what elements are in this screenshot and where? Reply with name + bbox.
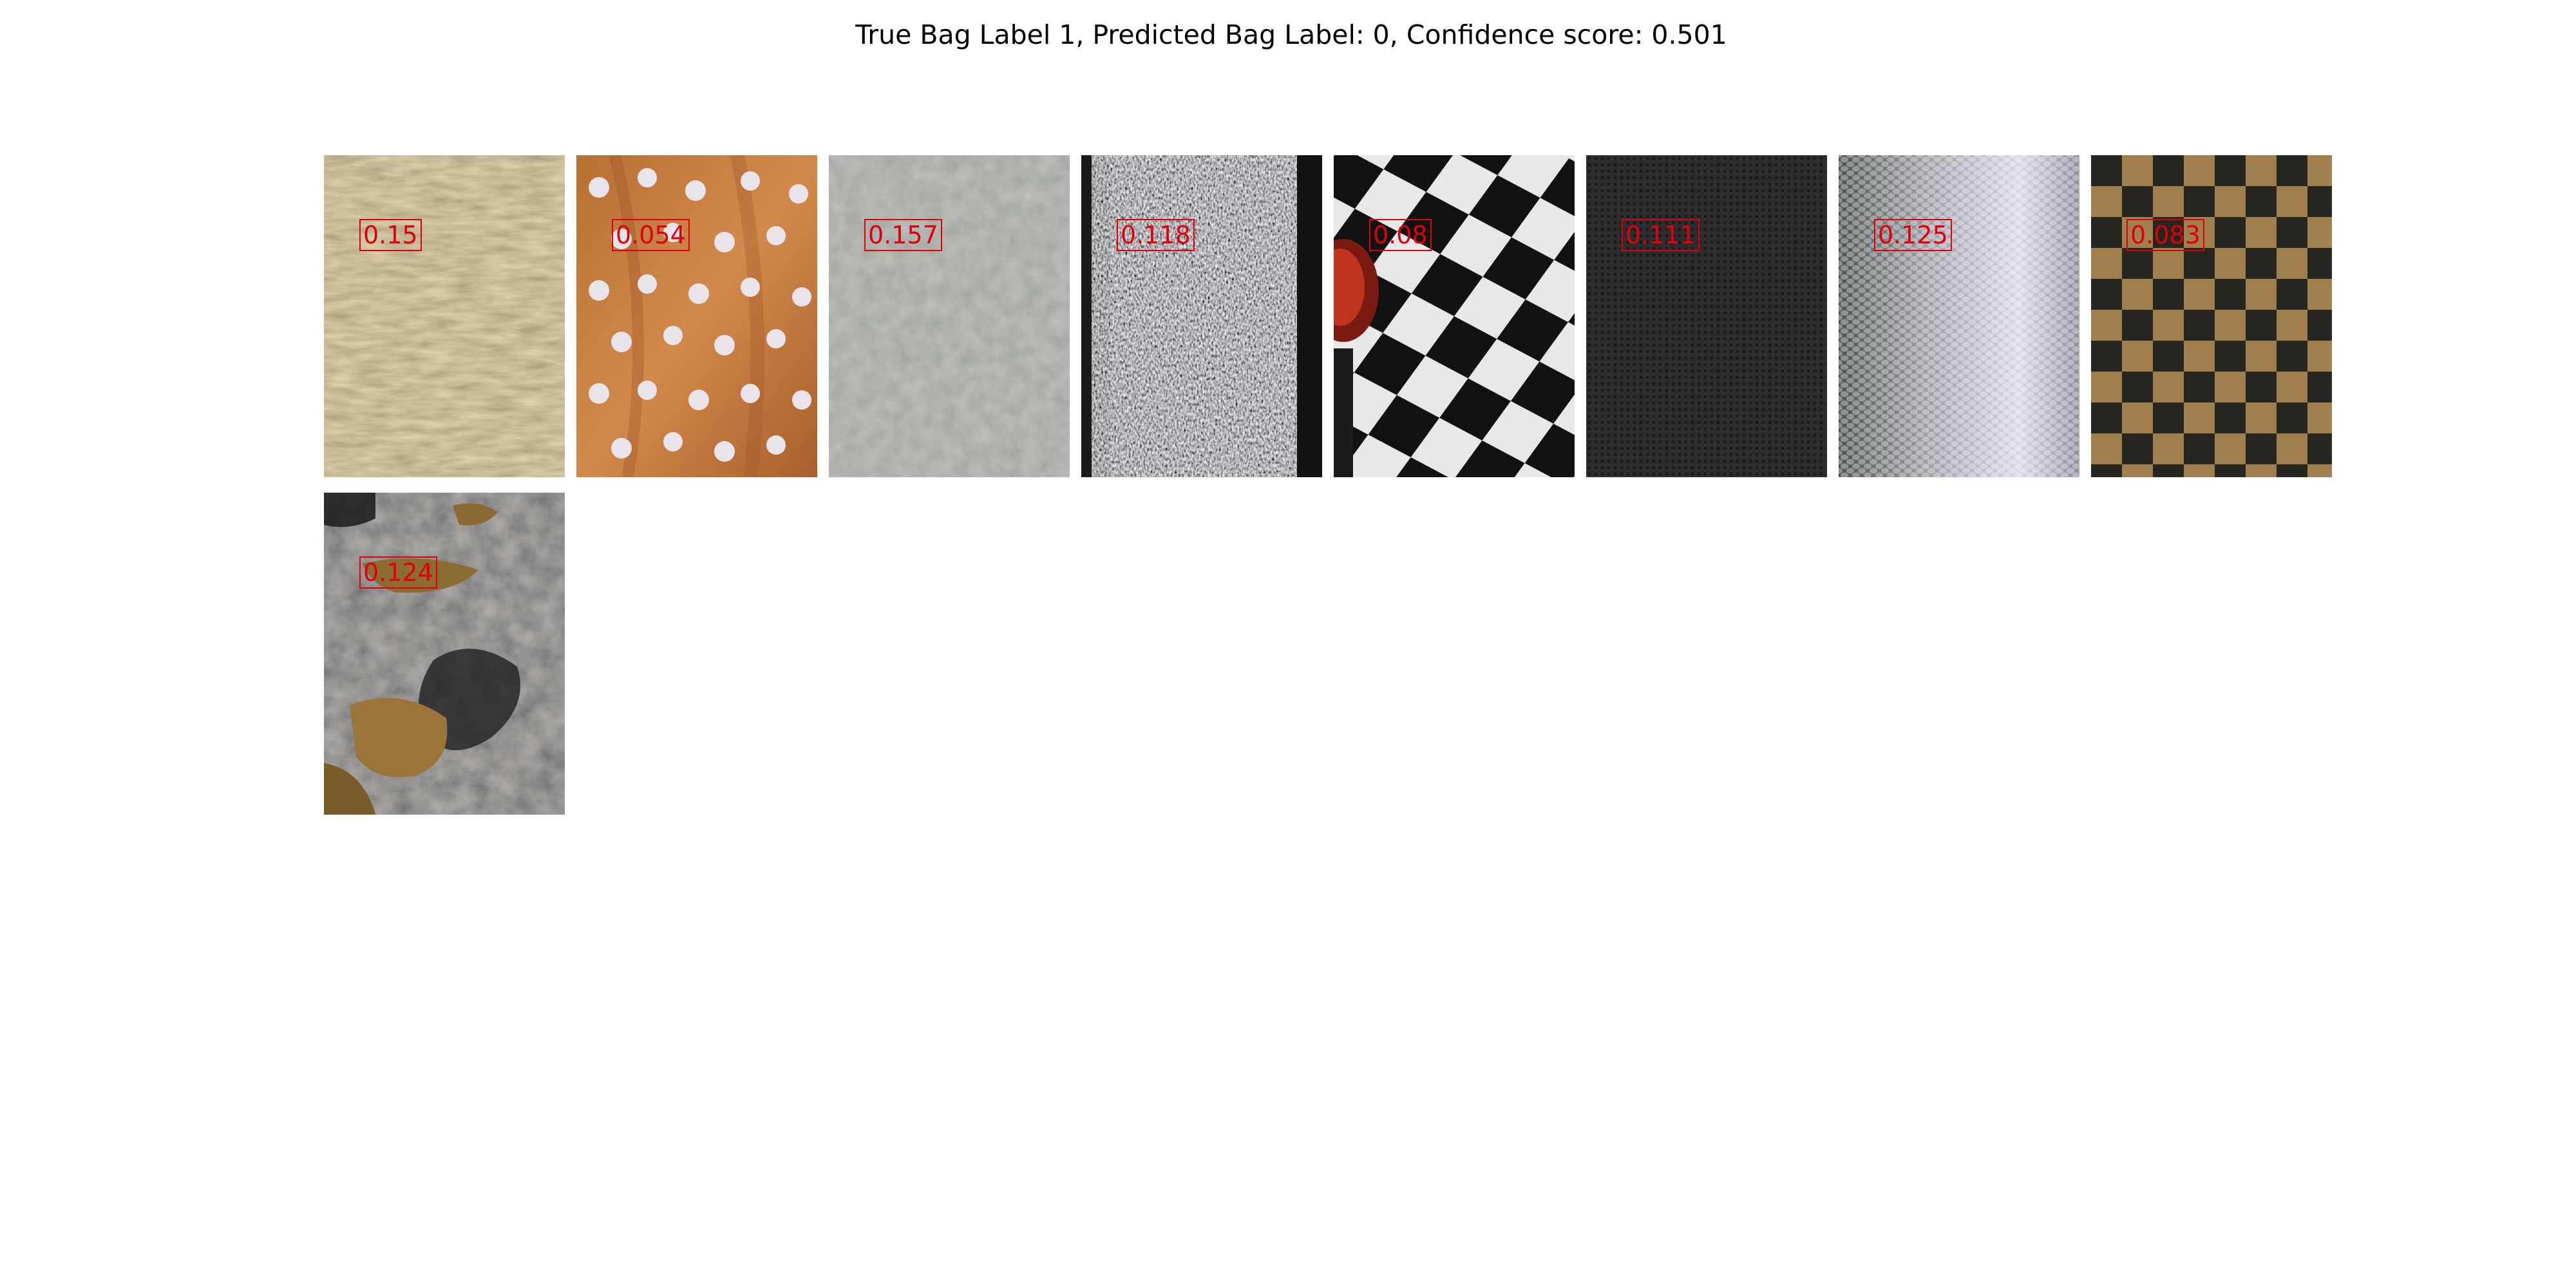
instance-tile: 0.083 bbox=[2091, 155, 2332, 477]
attention-score-label: 0.054 bbox=[612, 219, 690, 251]
instance-tile: 0.15 bbox=[324, 155, 565, 477]
polka-dot-fabric-texture bbox=[576, 155, 817, 477]
concrete-texture bbox=[829, 155, 1070, 477]
instance-tile: 0.111 bbox=[1586, 155, 1827, 477]
checkerboard-texture bbox=[1334, 155, 1575, 477]
dry-grass-texture bbox=[324, 155, 565, 477]
instance-tile: 0.124 bbox=[324, 493, 565, 815]
knit-texture bbox=[1081, 155, 1322, 477]
instance-tile: 0.157 bbox=[829, 155, 1070, 477]
attention-score-label: 0.118 bbox=[1117, 219, 1195, 251]
attention-score-label: 0.08 bbox=[1369, 219, 1432, 251]
attention-score-label: 0.124 bbox=[359, 556, 437, 589]
dark-mesh-texture bbox=[1586, 155, 1827, 477]
attention-score-label: 0.125 bbox=[1874, 219, 1952, 251]
attention-score-label: 0.083 bbox=[2126, 219, 2204, 251]
wood-checkerboard-texture bbox=[2091, 155, 2332, 477]
figure-title: True Bag Label 1, Predicted Bag Label: 0… bbox=[855, 19, 1727, 50]
attention-score-label: 0.15 bbox=[359, 219, 422, 251]
attention-score-label: 0.111 bbox=[1622, 219, 1700, 251]
metal-mesh-texture bbox=[1839, 155, 2079, 477]
instance-tile: 0.118 bbox=[1081, 155, 1322, 477]
attention-score-label: 0.157 bbox=[864, 219, 942, 251]
muddy-asphalt-texture bbox=[324, 493, 565, 815]
instance-tile: 0.08 bbox=[1334, 155, 1575, 477]
instance-tile: 0.054 bbox=[576, 155, 817, 477]
instance-tile: 0.125 bbox=[1839, 155, 2079, 477]
